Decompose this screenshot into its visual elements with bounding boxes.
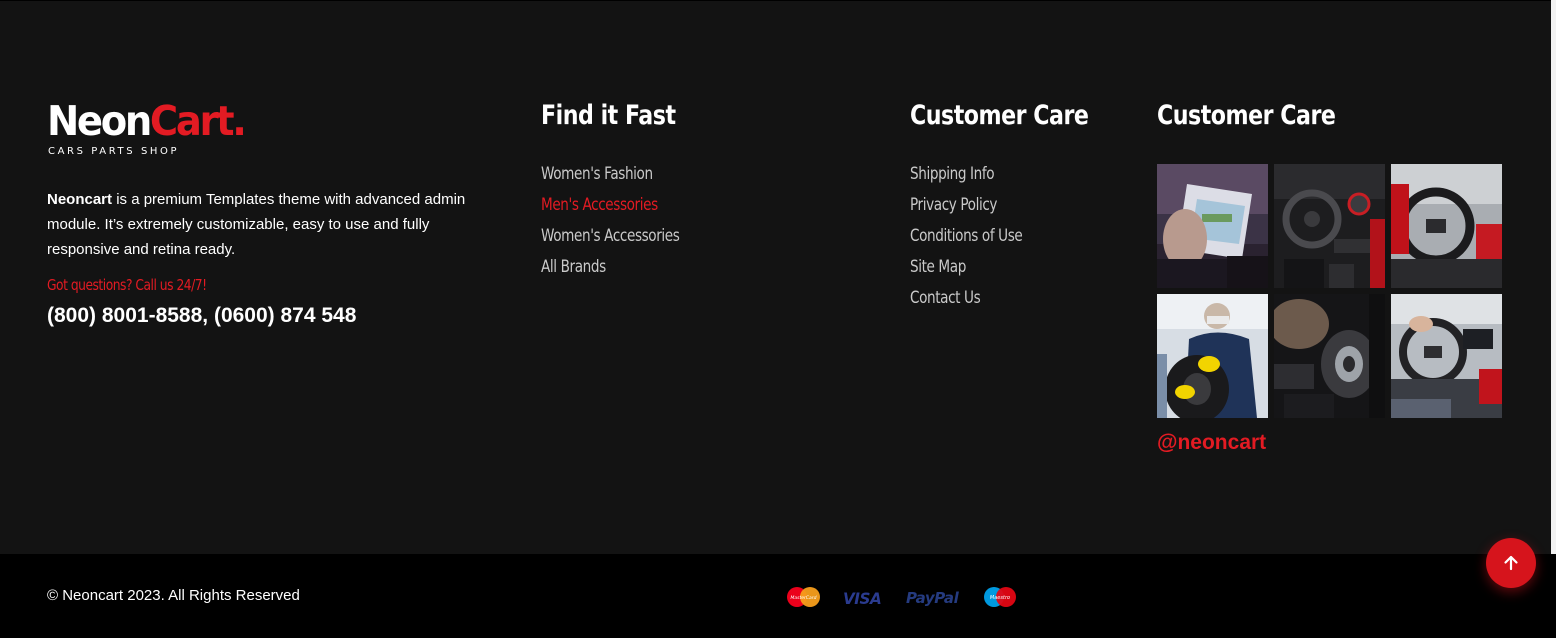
car-paperwork-image [1157, 164, 1268, 288]
maestro-label: Maestro [990, 595, 1010, 601]
contact-phones: (800) 8001-8588, (0600) 874 548 [47, 304, 357, 327]
arrow-up-icon [1504, 555, 1518, 571]
mastercard-label: MasterCard [791, 595, 817, 601]
tire-mechanic-image [1157, 294, 1268, 418]
find-it-fast-link-women-s-accessories[interactable]: Women's Accessories [541, 225, 680, 256]
gallery-tile-2[interactable] [1274, 164, 1385, 288]
find-it-fast-link-men-s-accessories[interactable]: Men's Accessories [541, 194, 679, 225]
visa-icon: VISA [843, 589, 883, 608]
gallery-tile-5[interactable] [1274, 294, 1385, 418]
contact-label: Got questions? Call us 24/7! [47, 276, 207, 294]
logo-cart: Cart. [149, 97, 247, 145]
instagram-gallery [1157, 164, 1503, 419]
gallery-tile-1[interactable] [1157, 164, 1268, 288]
about-brand: Neoncart [47, 191, 113, 208]
find-it-fast-link-all-brands[interactable]: All Brands [541, 256, 679, 287]
paypal-icon: PayPal [906, 589, 959, 607]
gallery-tile-4[interactable] [1157, 294, 1268, 418]
steering-wheel-image [1391, 164, 1502, 288]
find-it-fast-links: Women's Fashion Men's Accessories Women's … [541, 163, 714, 287]
car-interior-image [1391, 294, 1502, 418]
instagram-handle-link[interactable]: @neoncart [1157, 431, 1266, 455]
scroll-to-top-button[interactable] [1486, 538, 1536, 588]
logo-tagline: CARS PARTS SHOP [48, 146, 180, 157]
logo-neon: Neon [47, 97, 152, 145]
customer-care-link-privacy-policy[interactable]: Privacy Policy [910, 194, 1022, 225]
payment-methods: MasterCard VISA PayPal Maestro [785, 585, 1025, 611]
gallery-tile-3[interactable] [1391, 164, 1502, 288]
car-dashboard-image [1274, 164, 1385, 288]
customer-care-link-conditions-of-use[interactable]: Conditions of Use [910, 225, 1023, 256]
visa-label: VISA [843, 589, 882, 608]
copyright-text: © Neoncart 2023. All Rights Reserved [47, 587, 300, 604]
find-it-fast-link-women-s-fashion[interactable]: Women's Fashion [541, 163, 679, 194]
find-it-fast-title: Find it Fast [541, 100, 676, 131]
customer-care-link-shipping-info[interactable]: Shipping Info [910, 163, 1022, 194]
maestro-icon: Maestro [982, 586, 1018, 612]
gallery-tile-6[interactable] [1391, 294, 1502, 418]
site-logo[interactable]: NeonCart. CARS PARTS SHOP [47, 98, 257, 160]
customer-care-title: Customer Care [910, 100, 1089, 131]
page-edge [1551, 0, 1556, 554]
mastercard-icon: MasterCard [785, 586, 822, 612]
engine-part-image [1274, 294, 1385, 418]
logo-wordmark: NeonCart. [47, 97, 247, 145]
instagram-title: Customer Care [1157, 100, 1336, 131]
customer-care-links: Shipping Info Privacy Policy Conditions of… [910, 163, 1050, 318]
customer-care-link-contact-us[interactable]: Contact Us [910, 287, 1022, 318]
paypal-label: PayPal [906, 589, 959, 607]
about-text: Neoncart is a premium Templates theme wi… [47, 187, 502, 262]
customer-care-link-site-map[interactable]: Site Map [910, 256, 1022, 287]
